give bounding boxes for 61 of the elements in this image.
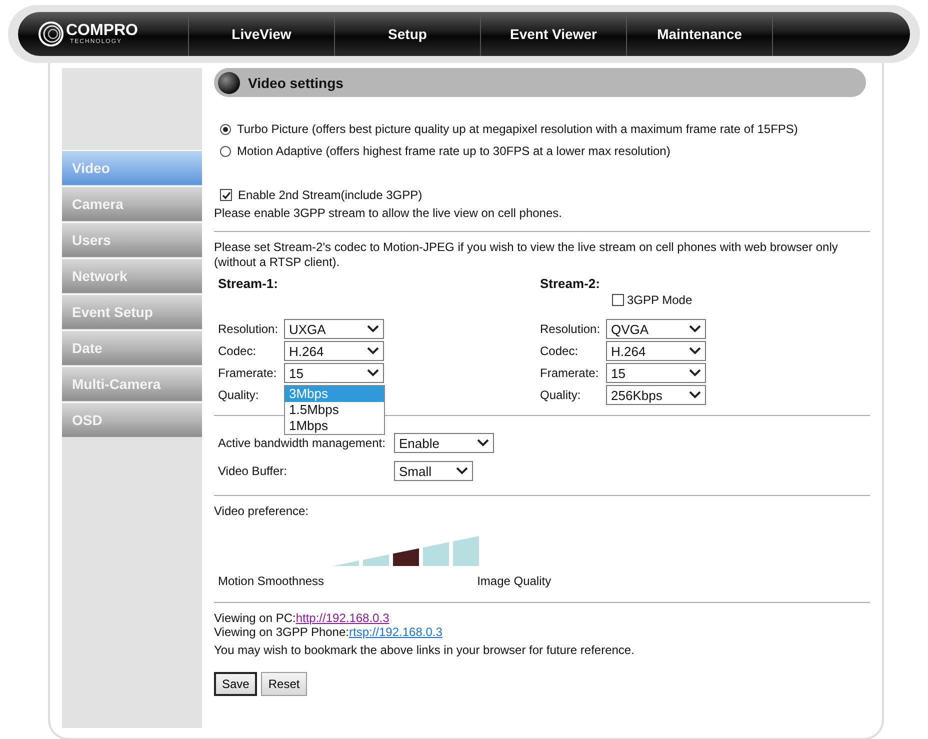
chevron-down-icon xyxy=(367,347,379,355)
dropdown[interactable]: 15 xyxy=(284,363,384,383)
checkbox[interactable] xyxy=(612,294,624,306)
dropdown[interactable]: QVGA xyxy=(606,319,706,339)
checkbox-label: Enable 2nd Stream(include 3GPP) xyxy=(238,188,422,202)
nav-tab[interactable]: LiveView xyxy=(188,12,334,56)
chevron-down-icon xyxy=(456,467,468,475)
field-label: Codec: xyxy=(540,344,580,358)
help-text: Please set Stream-2's codec to Motion-JPEG if you wish to view the live stream on cell phones with web browser only (without a RTSP client). xyxy=(214,240,839,270)
section-title: Video settings xyxy=(248,74,344,90)
field-label: Resolution: xyxy=(540,322,602,336)
link-label: Viewing on PC: xyxy=(214,611,296,625)
help-text: You may wish to bookmark the above links in your browser for future reference. xyxy=(214,643,636,657)
dropdown[interactable]: 256Kbps xyxy=(606,385,706,405)
dropdown[interactable]: 15 xyxy=(606,363,706,383)
logo-name: COMPRO xyxy=(66,23,138,39)
stream-heading: Stream-1: xyxy=(218,276,279,291)
checkbox-label: 3GPP Mode xyxy=(627,293,692,307)
preference-level-bar[interactable] xyxy=(393,548,419,566)
dropdown[interactable]: Small xyxy=(394,461,473,481)
help-text: Please enable 3GPP stream to allow the live view on cell phones. xyxy=(214,206,563,220)
scale-label: Motion Smoothness xyxy=(218,574,324,588)
chevron-down-icon xyxy=(477,439,489,447)
section-label: Video preference: xyxy=(214,504,310,518)
radio-button[interactable] xyxy=(220,124,231,134)
field-label: Framerate: xyxy=(540,366,600,380)
nav-tab[interactable]: Event Viewer xyxy=(480,12,626,56)
field-label: Quality: xyxy=(218,388,260,402)
stream-heading: Stream-2: xyxy=(540,276,601,291)
nav-tab[interactable]: Setup xyxy=(334,12,480,56)
nav-tab[interactable]: Maintenance xyxy=(626,12,772,56)
dropdown-option[interactable]: 1Mbps xyxy=(285,418,384,434)
chevron-down-icon xyxy=(689,347,701,355)
radio-button[interactable] xyxy=(220,146,231,156)
dropdown-option[interactable]: 1.5Mbps xyxy=(285,402,384,418)
chevron-down-icon xyxy=(367,325,379,333)
dropdown[interactable]: UXGA xyxy=(284,319,384,339)
checkbox[interactable] xyxy=(220,189,232,201)
field-label: Codec: xyxy=(218,344,258,358)
radio-label: Motion Adaptive (offers highest frame rate up to 30FPS at a lower max resolution) xyxy=(237,144,670,158)
form-button[interactable]: Reset xyxy=(261,672,307,696)
url-link[interactable]: http://192.168.0.3 xyxy=(296,611,390,625)
link-label: Viewing on 3GPP Phone: xyxy=(214,625,349,639)
logo-swirl-icon xyxy=(38,21,64,47)
chevron-down-icon xyxy=(689,391,701,399)
field-label: Video Buffer: xyxy=(218,464,288,478)
sphere-icon xyxy=(218,72,240,94)
radio-label: Turbo Picture (offers best picture quality up at megapixel resolution with a maximum frame rate of 15FPS) xyxy=(237,122,798,136)
field-label: Framerate: xyxy=(218,366,278,380)
dropdown[interactable]: H.264 xyxy=(606,341,706,361)
url-link[interactable]: rtsp://192.168.0.3 xyxy=(349,625,442,639)
chevron-down-icon xyxy=(689,369,701,377)
field-label: Active bandwidth management: xyxy=(218,436,386,450)
dropdown[interactable]: H.264 xyxy=(284,341,384,361)
scale-label: Image Quality xyxy=(477,574,552,588)
field-label: Quality: xyxy=(540,388,582,402)
field-label: Resolution: xyxy=(218,322,280,336)
form-button[interactable]: Save xyxy=(214,672,258,696)
dropdown[interactable]: Enable xyxy=(394,433,494,453)
chevron-down-icon xyxy=(367,369,379,377)
chevron-down-icon xyxy=(689,325,701,333)
